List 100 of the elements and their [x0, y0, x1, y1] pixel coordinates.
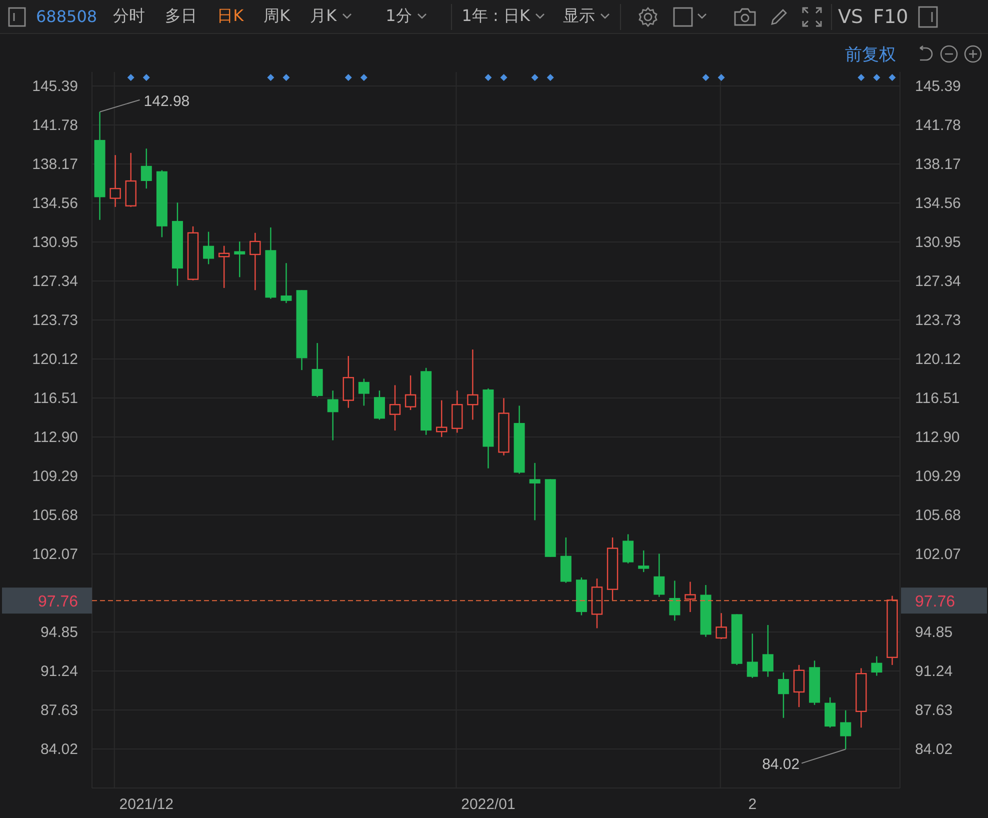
axis-label: 123.73: [915, 312, 961, 330]
f10-button[interactable]: F10: [871, 6, 910, 28]
event-marker-icon[interactable]: [282, 74, 290, 81]
compare-button[interactable]: VS: [836, 6, 866, 28]
axis-label: 130.95: [32, 234, 78, 252]
caret-icon: [342, 13, 352, 20]
axis-label: 134.56: [32, 195, 78, 212]
event-marker-icon[interactable]: [546, 74, 554, 81]
axis-label: 84.02: [40, 741, 78, 758]
axis-label: 87.63: [915, 702, 953, 719]
axis-label: 127.34: [915, 273, 961, 290]
event-marker-icon[interactable]: [873, 74, 880, 81]
axis-label: 105.68: [915, 507, 961, 524]
axis-label: 2021/12: [119, 796, 174, 813]
event-marker-icon[interactable]: [127, 74, 134, 81]
candle-wick: [332, 390, 334, 440]
axis-label: 112.90: [33, 429, 78, 446]
candle-wick: [674, 580, 676, 621]
event-marker-icon[interactable]: [500, 74, 508, 81]
candle-wick: [441, 400, 442, 438]
candle-wick: [239, 242, 240, 278]
caret-icon: [416, 13, 427, 20]
event-marker-icon[interactable]: [142, 74, 150, 81]
candle-wick: [690, 582, 691, 612]
candle-wick: [286, 263, 287, 304]
candle-wick: [472, 350, 474, 420]
axis-label: 134.56: [915, 195, 961, 212]
axis-label: 145.39: [915, 78, 961, 96]
candle-wick: [782, 672, 784, 718]
settings-icon[interactable]: [637, 6, 659, 28]
pencil-icon[interactable]: [769, 6, 789, 26]
candle-wick: [658, 554, 660, 597]
axis-label: 141.78: [32, 117, 78, 134]
caret-icon: [697, 13, 707, 20]
axis-label: 145.39: [32, 78, 78, 96]
price-label: 84.02: [762, 756, 800, 774]
axis-label: 94.85: [915, 624, 953, 641]
candle-wick: [456, 390, 458, 433]
period-tab[interactable]: 周K: [262, 6, 292, 27]
period-dropdown[interactable]: 1年 : 日K: [460, 6, 547, 27]
price-tag: 97.76: [2, 588, 92, 614]
price-label: 142.98: [144, 92, 190, 110]
event-marker-icon[interactable]: [858, 74, 865, 81]
display-dropdown[interactable]: 显示: [561, 6, 612, 27]
axis-label: 138.17: [32, 156, 78, 174]
event-marker-icon[interactable]: [531, 74, 538, 81]
zoom-in-icon[interactable]: [964, 45, 982, 63]
candle-wick: [752, 634, 753, 678]
event-marker-icon[interactable]: [360, 74, 368, 81]
event-marker-icon[interactable]: [344, 74, 352, 81]
candle-wick: [208, 232, 210, 264]
camera-icon[interactable]: [733, 6, 757, 26]
period-tab[interactable]: 分时: [111, 6, 148, 27]
period-tab[interactable]: 日K: [215, 6, 246, 27]
axis-label: 105.68: [32, 507, 78, 524]
candle-wick: [394, 385, 396, 431]
axis-label: 87.63: [40, 702, 78, 719]
axis-label: 116.51: [915, 390, 960, 408]
axis-label: 138.17: [915, 156, 961, 174]
event-marker-icon[interactable]: [702, 74, 710, 81]
sidebar-toggle-icon[interactable]: [8, 6, 26, 26]
period-tab[interactable]: 1分: [384, 6, 429, 27]
event-marker-icon[interactable]: [888, 74, 896, 81]
axis-label: 116.51: [33, 390, 78, 408]
axis-label: 91.24: [40, 663, 78, 680]
period-tab[interactable]: 月K: [308, 6, 354, 27]
axis-label: 120.12: [32, 351, 78, 368]
stock-code: 688508: [36, 7, 98, 26]
candle-wick: [643, 550, 644, 572]
leader-line: [99, 99, 140, 112]
axis-label: 109.29: [915, 468, 961, 486]
fullscreen-icon[interactable]: [801, 6, 823, 28]
axis-label: 91.24: [915, 663, 953, 680]
axis-label: 109.29: [32, 468, 78, 486]
candle-wick: [348, 356, 349, 408]
axis-label: 112.90: [915, 429, 960, 446]
square-icon: [673, 6, 693, 26]
candle-wick: [254, 232, 256, 290]
panel-toggle-icon[interactable]: [918, 6, 938, 28]
zoom-out-icon[interactable]: [940, 45, 958, 63]
axis-label: 84.02: [915, 741, 953, 758]
axis-label: 123.73: [32, 312, 78, 330]
axis-label: 127.34: [32, 273, 78, 290]
candle-wick: [798, 664, 800, 708]
candle-wick: [876, 656, 878, 676]
axis-label: 130.95: [915, 234, 961, 252]
event-marker-icon[interactable]: [267, 74, 274, 81]
candle-wick: [114, 155, 116, 207]
candle-wick: [767, 625, 769, 677]
caret-icon: [535, 13, 545, 20]
price-tag: 97.76: [901, 588, 987, 614]
axis-label: 2022/01: [461, 796, 516, 813]
event-marker-icon[interactable]: [718, 74, 725, 81]
caret-icon: [600, 13, 610, 20]
ref-line-label: 97.76: [38, 594, 78, 611]
event-marker-icon[interactable]: [484, 74, 492, 81]
period-tab[interactable]: 多日: [163, 6, 200, 27]
price-adjust-link[interactable]: 前复权: [845, 42, 896, 66]
leader-line: [801, 748, 846, 764]
candle-wick: [223, 246, 225, 288]
